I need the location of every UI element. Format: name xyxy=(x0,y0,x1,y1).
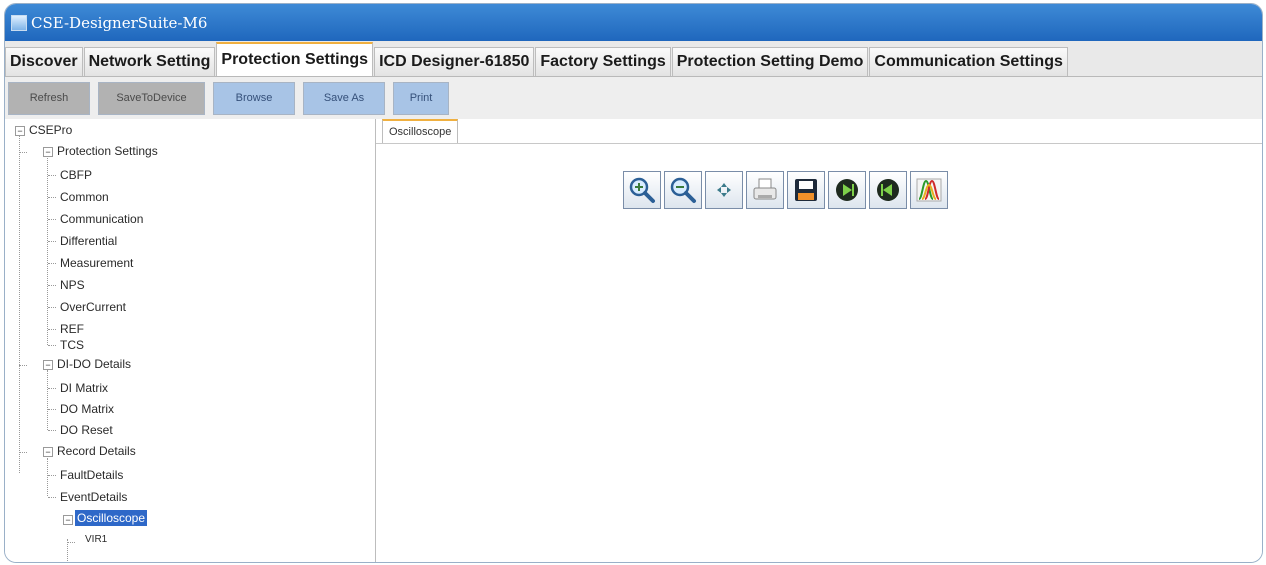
app-window: CSE-DesignerSuite-M6 Discover Network Se… xyxy=(4,3,1263,563)
tab-protection-settings[interactable]: Protection Settings xyxy=(216,42,374,76)
collapse-icon[interactable]: − xyxy=(43,360,53,370)
print-button[interactable]: Print xyxy=(393,81,449,115)
refresh-button[interactable]: Refresh xyxy=(8,81,90,115)
previous-icon[interactable] xyxy=(869,171,907,209)
toolbar: Refresh SaveToDevice Browse Save As Prin… xyxy=(5,77,1262,119)
tree-node-nps[interactable]: NPS xyxy=(60,277,85,293)
tree-node-ref[interactable]: REF xyxy=(60,321,84,337)
zoom-in-icon[interactable] xyxy=(623,171,661,209)
tree-node-record-details[interactable]: Record Details xyxy=(57,443,136,459)
tab-discover[interactable]: Discover xyxy=(5,47,83,76)
main-panel: Oscilloscope xyxy=(376,119,1262,562)
tree-node-overcurrent[interactable]: OverCurrent xyxy=(60,299,126,315)
browse-button[interactable]: Browse xyxy=(213,81,295,115)
tree-node-protection-settings[interactable]: Protection Settings xyxy=(57,143,158,159)
tab-communication-settings[interactable]: Communication Settings xyxy=(869,47,1068,76)
tree-node-csepro[interactable]: CSEPro xyxy=(29,122,72,138)
save-as-button[interactable]: Save As xyxy=(303,81,385,115)
tab-factory-settings[interactable]: Factory Settings xyxy=(535,47,671,76)
next-icon[interactable] xyxy=(828,171,866,209)
tree-node-differential[interactable]: Differential xyxy=(60,233,117,249)
tree-node-measurement[interactable]: Measurement xyxy=(60,255,133,271)
main-tab-bar: Discover Network Setting Protection Sett… xyxy=(5,41,1262,77)
collapse-icon[interactable]: − xyxy=(43,147,53,157)
tree-node-do-matrix[interactable]: DO Matrix xyxy=(60,401,114,417)
collapse-icon[interactable]: − xyxy=(15,126,25,136)
waveform-icon[interactable] xyxy=(910,171,948,209)
tab-protection-setting-demo[interactable]: Protection Setting Demo xyxy=(671,47,869,76)
window-title: CSE-DesignerSuite-M6 xyxy=(31,13,208,32)
collapse-icon[interactable]: − xyxy=(63,515,73,525)
tree-node-di-matrix[interactable]: DI Matrix xyxy=(60,380,108,396)
zoom-out-icon[interactable] xyxy=(664,171,702,209)
tree-node-vir1[interactable]: VIR1 xyxy=(85,532,107,544)
collapse-icon[interactable]: − xyxy=(43,447,53,457)
tree-node-di-do-details[interactable]: DI-DO Details xyxy=(57,356,131,372)
oscilloscope-toolbar xyxy=(623,171,951,209)
save-icon[interactable] xyxy=(787,171,825,209)
tree-node-cbfp[interactable]: CBFP xyxy=(60,167,92,183)
tab-oscilloscope[interactable]: Oscilloscope xyxy=(382,119,459,144)
settings-tree: − CSEPro − Protection Settings CBFP Comm… xyxy=(5,119,376,562)
tab-network-setting[interactable]: Network Setting xyxy=(83,47,216,76)
tree-node-oscilloscope[interactable]: Oscilloscope xyxy=(75,510,148,526)
tree-node-tcs[interactable]: TCS xyxy=(60,337,84,353)
tree-node-do-reset[interactable]: DO Reset xyxy=(60,422,113,438)
print-icon[interactable] xyxy=(746,171,784,209)
tree-node-fault-details[interactable]: FaultDetails xyxy=(60,467,123,483)
app-icon xyxy=(11,14,27,31)
tab-icd-designer[interactable]: ICD Designer-61850 xyxy=(374,47,535,76)
tree-node-common[interactable]: Common xyxy=(60,189,109,205)
pan-icon[interactable] xyxy=(705,171,743,209)
tree-node-event-details[interactable]: EventDetails xyxy=(60,489,127,505)
title-bar: CSE-DesignerSuite-M6 xyxy=(5,4,1262,41)
save-to-device-button[interactable]: SaveToDevice xyxy=(98,81,205,115)
tree-node-communication[interactable]: Communication xyxy=(60,211,143,227)
